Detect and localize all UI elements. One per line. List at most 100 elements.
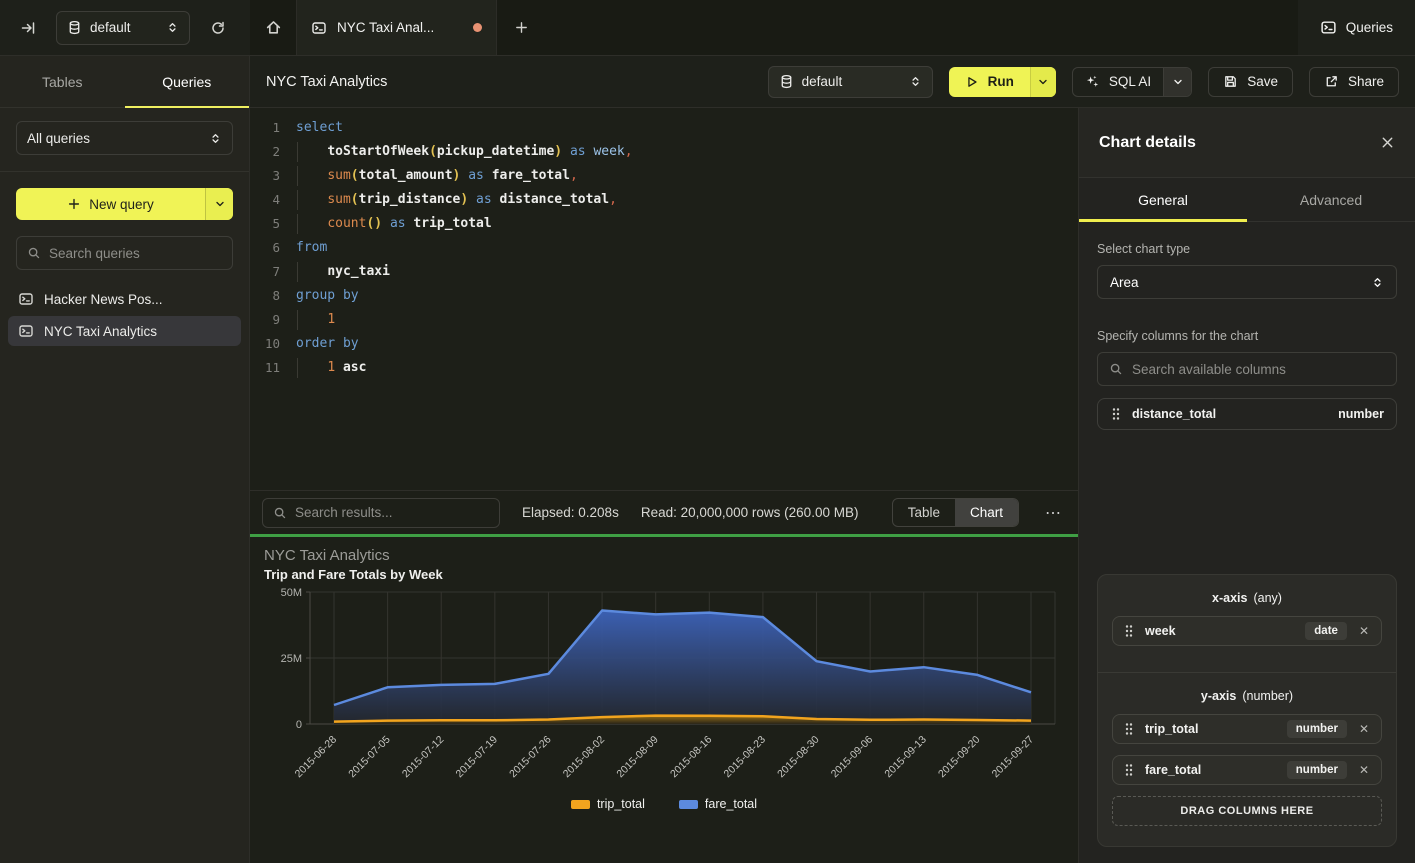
columns-search-input[interactable] xyxy=(1132,362,1385,377)
sql-editor[interactable]: 1select2 toStartOfWeek(pickup_datetime) … xyxy=(250,108,1078,490)
home-tab[interactable] xyxy=(250,0,297,55)
save-button[interactable]: Save xyxy=(1208,67,1293,97)
drag-columns-dropzone[interactable]: DRAG COLUMNS HERE xyxy=(1112,796,1382,826)
new-query-button[interactable]: New query xyxy=(16,188,233,220)
remove-column-button[interactable]: ✕ xyxy=(1357,722,1371,736)
updown-chevrons-icon xyxy=(909,75,922,88)
sql-editor-lines: 1select2 toStartOfWeek(pickup_datetime) … xyxy=(250,116,1078,380)
more-options-button[interactable]: ⋯ xyxy=(1041,503,1066,523)
tab-advanced[interactable]: Advanced xyxy=(1247,178,1415,221)
code-line: 5 count() as trip_total xyxy=(250,212,1078,236)
remove-column-button[interactable]: ✕ xyxy=(1357,763,1371,777)
database-selector-value: default xyxy=(90,20,158,35)
chevron-down-icon xyxy=(1037,76,1049,88)
database-icon xyxy=(67,20,82,35)
code-line: 8group by xyxy=(250,284,1078,308)
sql-ai-button[interactable]: SQL AI xyxy=(1072,67,1192,97)
right-column: NYC Taxi Analytics default Run xyxy=(250,56,1415,863)
tab-nyc-taxi-analytics[interactable]: NYC Taxi Anal... xyxy=(297,0,497,55)
x-axis-header: x-axis (any) xyxy=(1112,589,1382,605)
remove-column-button[interactable]: ✕ xyxy=(1357,624,1371,638)
query-list-item[interactable]: NYC Taxi Analytics xyxy=(8,316,241,346)
run-options-caret[interactable] xyxy=(1030,67,1056,97)
plus-icon xyxy=(67,197,81,211)
query-terminal-icon xyxy=(1320,19,1337,36)
svg-text:2015-08-23: 2015-08-23 xyxy=(722,734,769,781)
query-filter-select[interactable]: All queries xyxy=(16,121,233,155)
chart-details-tabs: General Advanced xyxy=(1079,178,1415,222)
results-search-input[interactable] xyxy=(295,505,489,520)
new-query-main[interactable]: New query xyxy=(16,188,205,220)
query-search xyxy=(16,236,233,270)
svg-text:0: 0 xyxy=(296,719,302,731)
share-button-label: Share xyxy=(1348,74,1384,89)
new-tab-button[interactable] xyxy=(497,0,545,55)
database-icon xyxy=(779,74,794,89)
share-icon xyxy=(1324,74,1339,89)
x-axis-column-week[interactable]: week date ✕ xyxy=(1112,616,1382,646)
y-axis-column-trip-total[interactable]: trip_total number ✕ xyxy=(1112,714,1382,744)
chart-type-select[interactable]: Area xyxy=(1097,265,1397,299)
query-search-input[interactable] xyxy=(49,246,226,261)
sidebar-tabs: Tables Queries xyxy=(0,56,249,108)
y-axis-column-fare-total[interactable]: fare_total number ✕ xyxy=(1112,755,1382,785)
svg-text:2015-08-02: 2015-08-02 xyxy=(561,734,608,781)
header-controls: default Run xyxy=(768,66,1399,98)
chevron-down-icon xyxy=(214,198,226,210)
topbar-queries-label: Queries xyxy=(1346,20,1393,35)
run-button[interactable]: Run xyxy=(949,67,1056,97)
sidebar-tab-queries[interactable]: Queries xyxy=(125,56,250,107)
collapse-sidebar-button[interactable] xyxy=(14,14,42,42)
share-button[interactable]: Share xyxy=(1309,67,1399,97)
updown-chevrons-icon xyxy=(166,21,179,34)
svg-text:2015-09-27: 2015-09-27 xyxy=(990,734,1037,781)
axes-config: x-axis (any) week date ✕ xyxy=(1097,574,1397,847)
elapsed-stat: Elapsed: 0.208s xyxy=(522,505,619,520)
tab-strip: NYC Taxi Anal... xyxy=(250,0,1298,55)
topbar-left: default xyxy=(0,0,250,55)
svg-text:2015-09-13: 2015-09-13 xyxy=(882,734,929,781)
run-button-main[interactable]: Run xyxy=(949,67,1030,97)
svg-text:2015-08-30: 2015-08-30 xyxy=(775,734,822,781)
query-terminal-icon xyxy=(311,20,327,36)
chevron-down-icon xyxy=(1172,76,1184,88)
x-axis-section: x-axis (any) week date ✕ xyxy=(1098,575,1396,673)
view-tab-chart[interactable]: Chart xyxy=(955,499,1018,526)
database-selector[interactable]: default xyxy=(56,11,190,45)
app: default NYC Taxi Anal... Queries xyxy=(0,0,1415,863)
legend-item-trip_total[interactable]: trip_total xyxy=(571,797,645,811)
sidebar-tab-tables[interactable]: Tables xyxy=(0,56,125,107)
svg-text:2015-09-06: 2015-09-06 xyxy=(829,734,876,781)
save-icon xyxy=(1223,74,1238,89)
page-title: NYC Taxi Analytics xyxy=(266,74,387,90)
sql-ai-caret[interactable] xyxy=(1163,68,1191,96)
run-database-selector[interactable]: default xyxy=(768,66,933,98)
sql-ai-main[interactable]: SQL AI xyxy=(1073,68,1163,96)
svg-text:25M: 25M xyxy=(281,653,302,665)
code-line: 9 1 xyxy=(250,308,1078,332)
chart-legend: trip_total fare_total xyxy=(262,797,1066,811)
topbar-queries-button[interactable]: Queries xyxy=(1298,0,1415,55)
svg-text:2015-06-28: 2015-06-28 xyxy=(293,734,340,781)
new-query-caret-button[interactable] xyxy=(205,188,233,220)
close-icon xyxy=(1380,135,1395,150)
query-list: Hacker News Pos... NYC Taxi Analytics xyxy=(0,280,249,350)
legend-item-fare_total[interactable]: fare_total xyxy=(679,797,757,811)
query-list-item[interactable]: Hacker News Pos... xyxy=(8,284,241,314)
chart-panel: NYC Taxi Analytics Trip and Fare Totals … xyxy=(250,537,1078,863)
tab-general[interactable]: General xyxy=(1079,178,1247,221)
svg-text:2015-07-26: 2015-07-26 xyxy=(507,734,554,781)
code-line: 3 sum(total_amount) as fare_total, xyxy=(250,164,1078,188)
query-terminal-icon xyxy=(18,323,34,339)
close-panel-button[interactable] xyxy=(1380,135,1395,150)
svg-text:2015-08-16: 2015-08-16 xyxy=(668,734,715,781)
refresh-button[interactable] xyxy=(204,14,232,42)
svg-text:2015-08-09: 2015-08-09 xyxy=(614,734,661,781)
chart-details-content: Select chart type Area Specify columns f… xyxy=(1079,222,1415,863)
chart-type-value: Area xyxy=(1110,275,1371,290)
chart-details-title: Chart details xyxy=(1099,134,1196,152)
view-tab-table[interactable]: Table xyxy=(893,499,955,526)
code-line: 1select xyxy=(250,116,1078,140)
available-column-distance-total[interactable]: distance_total number xyxy=(1097,398,1397,430)
query-filter-section: All queries xyxy=(0,108,249,172)
